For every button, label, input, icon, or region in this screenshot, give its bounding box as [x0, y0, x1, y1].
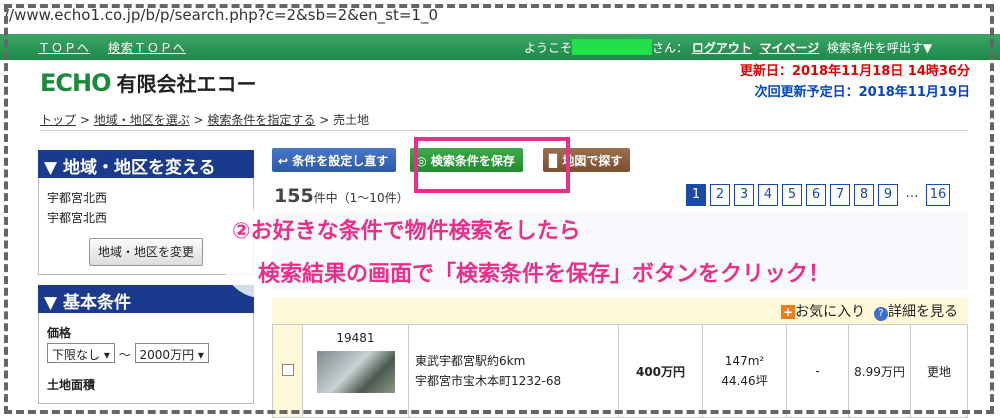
area-item: 宇都宮北西 [47, 191, 108, 205]
favorite-label: お気に入り [795, 304, 866, 320]
result-count: 155件中（1～10件） [274, 185, 409, 207]
property-photo[interactable] [316, 351, 395, 393]
page-5[interactable]: 5 [782, 184, 802, 206]
annotation-line-2: 検索結果の画面で「検索条件を保存」ボタンをクリック！ [258, 262, 831, 287]
echo-logo-mark: ECHO [40, 68, 111, 97]
basic-section: 価格 下限なし ▾ ～ 2000万円 ▾ 土地面積 [38, 313, 254, 404]
sidebar: ▼ 地域・地区を変える 宇都宮北西 宇都宮北西 地域・地区を変更 ▼ 基本条件 … [38, 150, 254, 418]
top-link[interactable]: ＴＯＰへ [38, 41, 90, 55]
result-range: 件中（1～10件） [313, 191, 409, 205]
view-detail-link[interactable]: ? 詳細を見る [874, 304, 958, 321]
detail-label: 詳細を見る [888, 304, 958, 320]
price-max-value: 2000万円 [139, 348, 195, 362]
page-8[interactable]: 8 [854, 184, 874, 206]
update-info: 更新日：2018年11月18日 14時36分 次回更新予定日：2018年11月1… [740, 61, 970, 103]
page-7[interactable]: 7 [830, 184, 850, 206]
page-ellipsis: … [905, 186, 919, 201]
address-cell: 東武宇都宮駅約6km 宇都宮市宝木本町1232-68 [408, 324, 619, 418]
page-6[interactable]: 6 [806, 184, 826, 206]
listing-type: 更地 [910, 324, 968, 418]
price-tilde: ～ [118, 348, 131, 362]
area-cell: 147m² 44.46坪 [702, 324, 787, 418]
breadcrumb-sep: > [76, 113, 94, 127]
listing-price: 400万円 [618, 324, 703, 418]
company-name: 有限会社エコー [116, 72, 257, 96]
reset-conditions-button[interactable]: ↩ 条件を設定し直す [272, 148, 397, 172]
divider [40, 130, 968, 131]
breadcrumb-sep: > [189, 113, 208, 127]
url-bar[interactable]: //www.echo1.co.jp/b/p/search.php?c=2&sb=… [0, 0, 1000, 32]
username-redacted [572, 39, 653, 55]
breadcrumb-top[interactable]: トップ [40, 113, 76, 127]
listing-id: 19481 [336, 331, 375, 345]
listing-area-tsubo: 44.46坪 [721, 374, 768, 388]
back-arrow-icon: ↩ [278, 154, 293, 168]
photo-cell: 19481 [302, 324, 409, 418]
breadcrumb-area[interactable]: 地域・地区を選ぶ [94, 113, 190, 127]
next-update-date: 次回更新予定日：2018年11月19日 [754, 85, 970, 100]
area-section-header[interactable]: ▼ 地域・地区を変える [38, 150, 254, 178]
favorites-bar: + お気に入り ? 詳細を見る [272, 296, 968, 324]
table-row: 19481 東武宇都宮駅約6km 宇都宮市宝木本町1232-68 400万円 1… [272, 324, 968, 418]
page-1[interactable]: 1 [686, 184, 706, 206]
annotation-line-1: ②お好きな条件で物件検索をしたら [232, 219, 581, 244]
page-4[interactable]: 4 [758, 184, 778, 206]
welcome-text: ようこそ [524, 41, 573, 55]
screen: //www.echo1.co.jp/b/p/search.php?c=2&sb=… [0, 0, 1000, 418]
pagination: 1 2 3 4 5 6 7 8 9 … 16 [686, 184, 950, 206]
listing-area-m2: 147m² [724, 354, 765, 368]
row-select-cell [272, 324, 303, 418]
row-checkbox[interactable] [281, 363, 294, 376]
change-area-button[interactable]: 地域・地区を変更 [88, 238, 203, 266]
highlight-box [414, 137, 570, 193]
breadcrumb-current: 売土地 [333, 113, 370, 127]
breadcrumb: トップ > 地域・地区を選ぶ > 検索条件を指定する > 売土地 [40, 111, 369, 128]
recall-conditions-menu[interactable]: 検索条件を呼出す▼ [827, 41, 932, 55]
search-top-link[interactable]: 検索ＴＯＰへ [108, 41, 186, 55]
breadcrumb-sep: > [315, 113, 334, 127]
listing-unit-price: 8.99万円 [848, 324, 911, 418]
listing-station: 東武宇都宮駅約6km [415, 354, 526, 368]
top-nav: ＴＯＰへ 検索ＴＯＰへ ようこそ さん： ログアウト マイページ 検索条件を呼出す… [0, 34, 1000, 60]
price-max-select[interactable]: 2000万円 ▾ [134, 343, 209, 363]
add-favorite-link[interactable]: + お気に入り [781, 304, 865, 320]
san-text: さん： [652, 41, 689, 55]
plus-icon: + [781, 305, 796, 319]
page-16[interactable]: 16 [926, 184, 950, 206]
logo[interactable]: ECHO 有限会社エコー [40, 68, 257, 97]
info-icon: ? [874, 307, 888, 321]
listing-dash: - [786, 324, 849, 418]
result-total: 155 [274, 185, 314, 207]
price-min-select[interactable]: 下限なし ▾ [47, 343, 115, 363]
reset-label: 条件を設定し直す [292, 154, 389, 168]
listing-address: 宇都宮市宝木本町1232-68 [415, 374, 562, 388]
area-item: 宇都宮北西 [47, 211, 108, 225]
price-min-value: 下限なし [52, 348, 101, 362]
price-label: 価格 [47, 326, 72, 340]
land-area-label: 土地面積 [47, 378, 96, 392]
map-label: 地図で探す [562, 154, 623, 168]
basic-section-header[interactable]: ▼ 基本条件 [38, 285, 254, 313]
mypage-link[interactable]: マイページ [760, 41, 820, 55]
page-2[interactable]: 2 [710, 184, 730, 206]
logout-link[interactable]: ログアウト [692, 41, 752, 55]
page-9[interactable]: 9 [878, 184, 898, 206]
page-3[interactable]: 3 [734, 184, 754, 206]
breadcrumb-conditions[interactable]: 検索条件を指定する [207, 113, 315, 127]
results-table: 19481 東武宇都宮駅約6km 宇都宮市宝木本町1232-68 400万円 1… [272, 324, 968, 418]
updated-date: 更新日：2018年11月18日 14時36分 [739, 64, 970, 79]
